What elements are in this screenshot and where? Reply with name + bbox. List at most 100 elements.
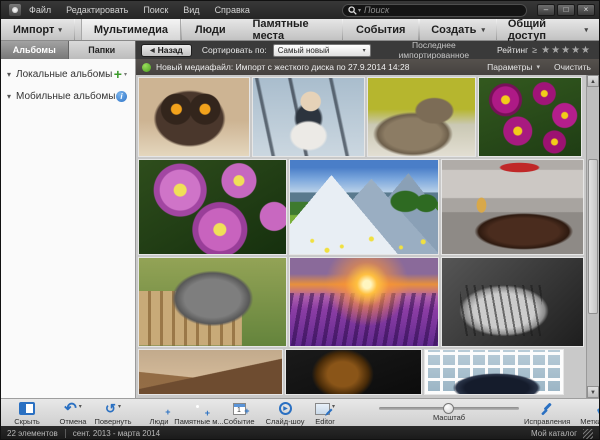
panel-tab-albums[interactable]: Альбомы bbox=[1, 41, 69, 59]
search-scope-chevron-icon[interactable]: ▾ bbox=[358, 7, 361, 14]
sort-select[interactable]: Самый новый ▾ bbox=[273, 44, 371, 57]
photo-thumbnail-primula[interactable] bbox=[138, 159, 287, 255]
options-button[interactable]: Параметры ▾ bbox=[487, 62, 540, 72]
tab-places[interactable]: Памятные места bbox=[239, 19, 342, 40]
menu-help[interactable]: Справка bbox=[215, 5, 250, 15]
create-button[interactable]: Создать ▾ bbox=[420, 19, 496, 40]
menu-edit[interactable]: Редактировать bbox=[66, 5, 128, 15]
add-album-button[interactable] bbox=[114, 68, 122, 80]
play-icon: ▶ bbox=[279, 402, 292, 415]
toolbar-button-label: Событие bbox=[223, 417, 254, 426]
toolbar-button-label: Отмена bbox=[60, 417, 87, 426]
close-button[interactable]: × bbox=[577, 4, 595, 16]
photo-thumbnail-dark-cat[interactable] bbox=[285, 349, 422, 395]
menu-file[interactable]: Файл bbox=[29, 5, 51, 15]
add-places-button[interactable]: Памятные м... bbox=[184, 401, 214, 426]
calendar-icon: 1 bbox=[233, 403, 246, 415]
zoom-control: Масштаб bbox=[379, 401, 519, 422]
photo-grid-wrap: ▲ ▼ bbox=[136, 75, 599, 398]
scroll-up-button[interactable]: ▲ bbox=[587, 75, 599, 87]
last-imported-label[interactable]: Последнее импортированное bbox=[377, 40, 491, 60]
tab-multimedia[interactable]: Мультимедиа bbox=[81, 19, 181, 40]
editor-button[interactable]: ▾ Editor bbox=[310, 401, 340, 426]
photo-thumbnail-lavender-sunset[interactable] bbox=[289, 257, 439, 347]
disclosure-triangle-icon[interactable]: ▾ bbox=[7, 92, 11, 101]
photo-thumbnail-tiger-bw[interactable] bbox=[441, 257, 584, 347]
rating-label: Рейтинг bbox=[497, 45, 528, 55]
main-area: Новый медиафайл: Импорт с жесткого диска… bbox=[136, 59, 599, 398]
vertical-scrollbar[interactable]: ▲ ▼ bbox=[586, 75, 599, 398]
chevron-down-icon[interactable]: ▾ bbox=[118, 403, 121, 410]
minimize-button[interactable]: – bbox=[537, 4, 555, 16]
info-icon[interactable] bbox=[116, 91, 127, 102]
tags-info-button[interactable]: Метки/Инфо... bbox=[580, 401, 600, 426]
chevron-down-icon: ▾ bbox=[58, 26, 62, 34]
back-arrow-icon: ◀ bbox=[150, 47, 155, 54]
photo-thumbnail-cat-on-fence[interactable] bbox=[138, 257, 287, 347]
photo-thumbnail-dunes[interactable] bbox=[138, 349, 283, 395]
scrollbar-thumb[interactable] bbox=[588, 159, 598, 314]
undo-button[interactable]: ↶▾ Отмена bbox=[58, 401, 88, 426]
slideshow-button[interactable]: ▶ Слайд-шоу bbox=[270, 401, 300, 426]
scrollbar-track[interactable] bbox=[587, 87, 599, 386]
search-icon bbox=[348, 6, 357, 15]
zoom-label: Масштаб bbox=[433, 413, 465, 422]
create-button-label: Создать bbox=[431, 24, 476, 36]
catalog-name: Мой каталог bbox=[531, 429, 577, 438]
tab-people[interactable]: Люди bbox=[182, 19, 239, 40]
hide-panel-icon bbox=[19, 402, 35, 415]
toolbar-button-label: Повернуть bbox=[94, 417, 131, 426]
resize-grip[interactable] bbox=[583, 429, 593, 439]
view-tabs: Мультимедиа Люди Памятные места События bbox=[81, 19, 419, 40]
instant-fix-button[interactable]: Исправления bbox=[524, 401, 570, 426]
add-people-button[interactable]: Люди bbox=[144, 401, 174, 426]
photo-thumbnail-suv-building[interactable] bbox=[424, 349, 564, 395]
chevron-down-icon[interactable]: ▾ bbox=[124, 71, 127, 78]
rotate-icon: ↺ bbox=[105, 402, 116, 416]
grid-empty-space bbox=[566, 349, 584, 395]
import-button[interactable]: Импорт ▾ bbox=[1, 19, 74, 40]
undo-icon: ↶ bbox=[64, 402, 77, 416]
person-icon bbox=[153, 402, 166, 415]
photo-thumbnail-bugatti[interactable] bbox=[441, 159, 584, 255]
photo-editor-icon bbox=[315, 403, 330, 415]
photo-thumbnail-brown-cat[interactable] bbox=[138, 77, 250, 157]
menu-view[interactable]: Вид bbox=[183, 5, 199, 15]
panel-tabs: Альбомы Папки bbox=[1, 41, 136, 59]
window-controls: – □ × bbox=[537, 4, 595, 16]
panel-tab-folders[interactable]: Папки bbox=[69, 41, 137, 59]
tab-events[interactable]: События bbox=[343, 19, 418, 40]
rating-operator[interactable]: ≥ bbox=[532, 45, 537, 55]
sidebar-item-mobile-albums[interactable]: ▾ Мобильные альбомы bbox=[1, 85, 135, 107]
sidebar-item-local-albums[interactable]: ▾ Локальные альбомы ▾ bbox=[1, 63, 135, 85]
sidebar: ▾ Локальные альбомы ▾ ▾ Мобильные альбом… bbox=[1, 59, 136, 398]
zoom-slider-track[interactable] bbox=[379, 407, 519, 410]
subbar: Альбомы Папки ◀ Назад Сортировать по: Са… bbox=[1, 41, 599, 59]
photo-thumbnail-primrose[interactable] bbox=[478, 77, 582, 157]
titlebar: Файл Редактировать Поиск Вид Справка ▾ –… bbox=[1, 1, 599, 19]
menu-find[interactable]: Поиск bbox=[143, 5, 168, 15]
clear-button[interactable]: Очистить bbox=[554, 62, 591, 72]
hide-panel-button[interactable]: Скрыть bbox=[12, 401, 42, 426]
item-count: 22 элементов bbox=[7, 429, 58, 438]
photo-thumbnail-tabby-cat[interactable] bbox=[367, 77, 476, 157]
scroll-down-button[interactable]: ▼ bbox=[587, 386, 599, 398]
photo-thumbnail-alpine-meadow[interactable] bbox=[289, 159, 439, 255]
import-button-label: Импорт bbox=[13, 24, 54, 36]
add-event-button[interactable]: 1 Событие bbox=[224, 401, 254, 426]
search-box[interactable]: ▾ bbox=[342, 4, 527, 17]
share-button-label: Общий доступ bbox=[508, 18, 580, 42]
maximize-button[interactable]: □ bbox=[557, 4, 575, 16]
rating-stars[interactable]: ★★★★★ bbox=[541, 45, 591, 56]
instant-fix-icon bbox=[540, 401, 555, 416]
photo-thumbnail-winter-girl[interactable] bbox=[252, 77, 365, 157]
disclosure-triangle-icon[interactable]: ▾ bbox=[7, 70, 11, 79]
chevron-down-icon[interactable]: ▾ bbox=[79, 403, 82, 410]
toolbar-button-label: Памятные м... bbox=[174, 417, 223, 426]
rotate-button[interactable]: ↺▾ Повернуть bbox=[98, 401, 128, 426]
rating-filter[interactable]: Рейтинг ≥ ★★★★★ bbox=[497, 45, 591, 56]
share-button[interactable]: Общий доступ ▾ bbox=[497, 19, 599, 40]
app-logo-icon bbox=[9, 4, 21, 16]
search-input[interactable] bbox=[364, 5, 521, 15]
back-button[interactable]: ◀ Назад bbox=[141, 44, 192, 57]
